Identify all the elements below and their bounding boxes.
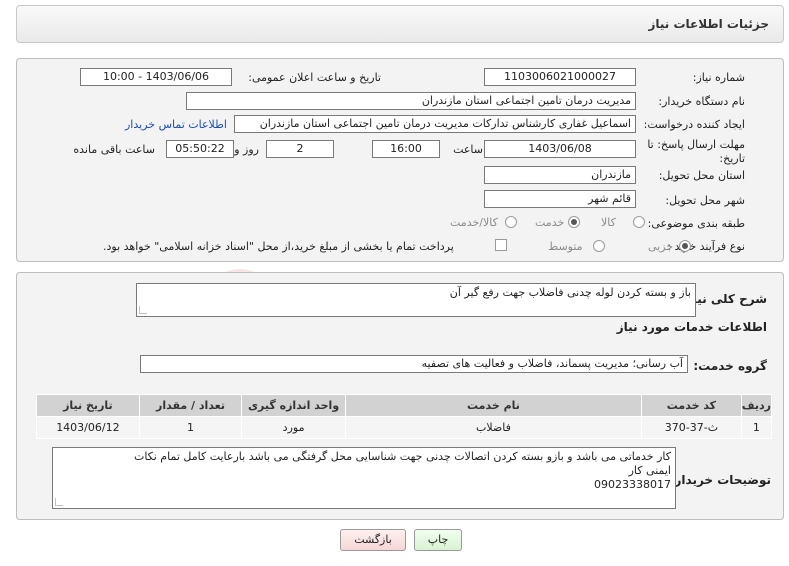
buyer-notes-label: توضیحات خریدار:: [669, 473, 771, 487]
back-button[interactable]: بازگشت: [340, 529, 406, 551]
summary-textarea[interactable]: باز و بسته کردن لوله چدنی فاضلاب جهت رفع…: [136, 283, 696, 317]
col-unit: واحد اندازه گیری: [241, 394, 346, 417]
cell-service-code: ث-37-370: [641, 416, 742, 439]
deadline-time-label: ساعت: [453, 143, 483, 156]
buyer-notes-line-1: کار خدماتی می باشد و بازو بسته کردن اتصا…: [133, 450, 671, 463]
province-label: استان محل تحویل:: [658, 169, 745, 182]
cell-unit: مورد: [241, 416, 346, 439]
col-service-code: کد خدمت: [641, 394, 742, 417]
table-header-row: ردیف کد خدمت نام خدمت واحد اندازه گیری ت…: [36, 394, 773, 417]
category-option-service: خدمت: [535, 216, 565, 229]
table-row[interactable]: 1 ث-37-370 فاضلاب مورد 1 1403/06/12: [36, 416, 773, 439]
deadline-label-date: تاریخ:: [719, 152, 745, 165]
services-table: ردیف کد خدمت نام خدمت واحد اندازه گیری ت…: [36, 394, 773, 439]
remaining-time-field[interactable]: 05:50:22: [166, 140, 234, 158]
process-option-minor: جزیی: [648, 240, 674, 253]
deadline-time-field[interactable]: 16:00: [372, 140, 440, 158]
creator-label: ایجاد کننده درخواست:: [643, 118, 745, 131]
buyer-org-field[interactable]: مدیریت درمان تامین اجتماعی استان مازندرا…: [186, 92, 636, 110]
contact-info-link[interactable]: اطلاعات تماس خریدار: [125, 118, 227, 131]
print-button[interactable]: چاپ: [414, 529, 462, 551]
process-radio-minor[interactable]: [679, 240, 691, 252]
buyer-notes-line-3: 09023338017: [594, 478, 671, 491]
col-quantity: تعداد / مقدار: [138, 394, 243, 417]
cell-need-date: 1403/06/12: [36, 416, 140, 439]
deadline-date-field[interactable]: 1403/06/08: [484, 140, 636, 158]
deadline-label: مهلت ارسال پاسخ: تا: [647, 138, 745, 151]
buyer-notes-line-2: ایمنی کار: [628, 464, 671, 477]
process-radio-medium[interactable]: [593, 240, 605, 252]
col-service-name: نام خدمت: [344, 394, 643, 417]
buyer-org-label: نام دستگاه خریدار:: [658, 95, 745, 108]
remaining-label: ساعت باقی مانده: [73, 143, 155, 156]
buyer-notes-textarea[interactable]: کار خدماتی می باشد و بازو بسته کردن اتصا…: [52, 447, 676, 509]
panel-title: جزئیات اطلاعات نیاز: [648, 17, 769, 31]
col-need-date: تاریخ نیاز: [36, 394, 140, 417]
days-label: روز و: [234, 143, 259, 156]
need-number-label: شماره نیاز:: [692, 71, 745, 84]
announce-field[interactable]: 1403/06/06 - 10:00: [80, 68, 232, 86]
city-field[interactable]: قائم شهر: [484, 190, 636, 208]
category-radio-goods-service[interactable]: [505, 216, 517, 228]
panel-header: جزئیات اطلاعات نیاز: [16, 5, 784, 43]
resize-handle-icon[interactable]: [139, 306, 147, 314]
need-info-box: [16, 58, 784, 262]
category-option-goods-service: کالا/خدمت: [450, 216, 498, 229]
creator-field[interactable]: اسماعیل غفاری کارشناس تدارکات مدیریت درم…: [234, 115, 636, 133]
resize-handle-icon[interactable]: [55, 498, 63, 506]
col-row-number: ردیف: [740, 394, 773, 417]
cell-quantity: 1: [138, 416, 243, 439]
category-label: طبقه بندی موضوعی:: [647, 217, 745, 230]
process-option-medium: متوسط: [548, 240, 583, 253]
service-group-field[interactable]: آب رسانی؛ مدیریت پسماند، فاضلاب و فعالیت…: [140, 355, 688, 373]
need-number-field[interactable]: 1103006021000027: [484, 68, 636, 86]
category-option-goods: کالا: [601, 216, 616, 229]
city-label: شهر محل تحویل:: [665, 194, 745, 207]
treasury-payment-note: پرداخت تمام یا بخشی از مبلغ خرید،از محل …: [103, 240, 454, 253]
service-group-label: گروه خدمت:: [693, 359, 767, 373]
province-field[interactable]: مازندران: [484, 166, 636, 184]
cell-row-number: 1: [740, 416, 773, 439]
summary-text: باز و بسته کردن لوله چدنی فاضلاب جهت رفع…: [449, 286, 691, 299]
category-radio-service[interactable]: [568, 216, 580, 228]
announce-label: تاریخ و ساعت اعلان عمومی:: [248, 71, 381, 84]
cell-service-name: فاضلاب: [344, 416, 643, 439]
days-field[interactable]: 2: [266, 140, 334, 158]
treasury-payment-checkbox[interactable]: [495, 239, 507, 251]
services-section-title: اطلاعات خدمات مورد نیاز: [616, 320, 767, 334]
category-radio-goods[interactable]: [633, 216, 645, 228]
